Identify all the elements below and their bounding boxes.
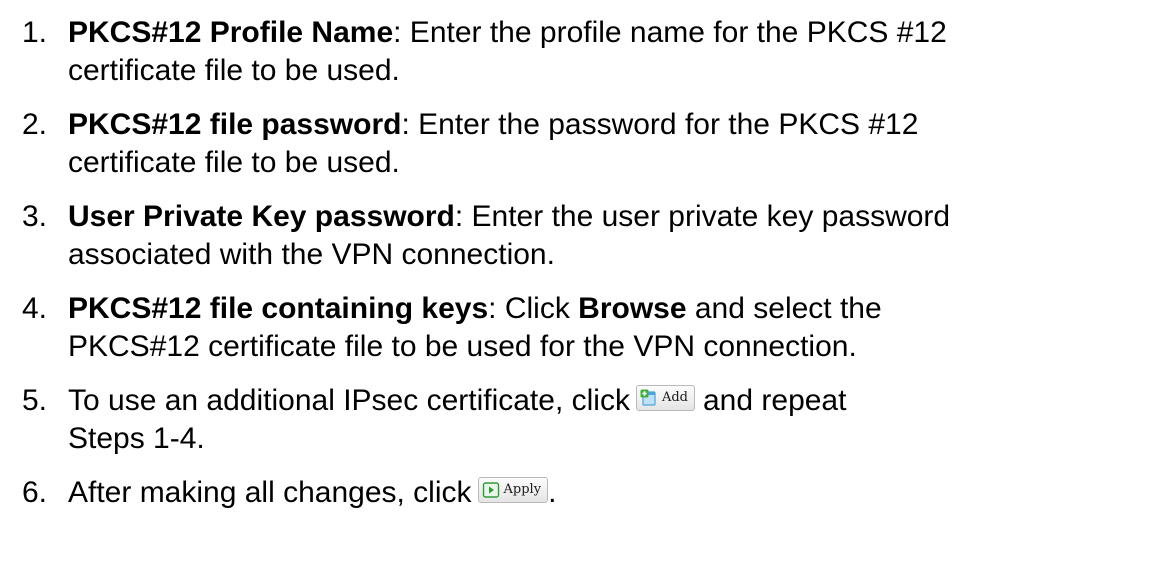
- step-line: PKCS#12 Profile Name: Enter the profile …: [68, 14, 1168, 52]
- step-number: 1.: [22, 16, 48, 49]
- step-title: PKCS#12 file containing keys: [68, 292, 489, 325]
- add-button[interactable]: Add: [635, 385, 695, 411]
- step-text: : Enter the password for the PKCS #12: [401, 108, 919, 141]
- step-body: After making all changes, click Apply.: [68, 474, 1168, 512]
- apply-icon: [482, 482, 499, 498]
- step-text: After making all changes, click: [68, 476, 472, 509]
- step-line: Steps 1-4.: [68, 420, 1168, 458]
- step-text: Steps 1-4.: [68, 422, 205, 455]
- step-text: certificate file to be used.: [68, 54, 400, 87]
- step-text: : Enter the profile name for the PKCS #1…: [393, 16, 947, 49]
- step-line: associated with the VPN connection.: [68, 236, 1168, 274]
- step-text: and select the: [686, 292, 882, 325]
- step-text: : Click: [488, 292, 579, 325]
- step-body: User Private Key password: Enter the use…: [68, 198, 1168, 274]
- step-line: To use an additional IPsec certificate, …: [68, 382, 1168, 420]
- step-line: User Private Key password: Enter the use…: [68, 198, 1168, 236]
- step-title: PKCS#12 Profile Name: [68, 16, 394, 49]
- browse-keyword: Browse: [578, 292, 687, 325]
- step-text: .: [548, 476, 557, 509]
- step-title: PKCS#12 file password: [68, 108, 402, 141]
- apply-button[interactable]: Apply: [477, 477, 549, 503]
- step-line: After making all changes, click Apply.: [68, 474, 1168, 512]
- step-line: PKCS#12 file containing keys: Click Brow…: [68, 290, 1168, 328]
- step-number: 3.: [22, 200, 48, 233]
- step-number: 4.: [22, 292, 48, 325]
- step-text: and repeat: [703, 384, 847, 417]
- step-text: PKCS#12 certificate file to be used for …: [68, 330, 857, 363]
- step-line: PKCS#12 file password: Enter the passwor…: [68, 106, 1168, 144]
- step-text: certificate file to be used.: [68, 146, 400, 179]
- step-line: certificate file to be used.: [68, 52, 1168, 90]
- add-button-label: Add: [661, 390, 688, 405]
- step-text: To use an additional IPsec certificate, …: [68, 384, 630, 417]
- step-line: PKCS#12 certificate file to be used for …: [68, 328, 1168, 366]
- step-body: PKCS#12 Profile Name: Enter the profile …: [68, 14, 1168, 90]
- step-body: PKCS#12 file containing keys: Click Brow…: [68, 290, 1168, 366]
- step-body: To use an additional IPsec certificate, …: [68, 382, 1168, 458]
- step-body: PKCS#12 file password: Enter the passwor…: [68, 106, 1168, 182]
- step-text: associated with the VPN connection.: [68, 238, 555, 271]
- apply-button-label: Apply: [503, 482, 542, 497]
- step-title: User Private Key password: [68, 200, 455, 233]
- step-text: : Enter the user private key password: [454, 200, 951, 233]
- add-document-icon: [640, 389, 656, 406]
- step-number: 6.: [22, 476, 48, 509]
- step-number: 2.: [22, 108, 48, 141]
- step-number: 5.: [22, 384, 48, 417]
- step-line: certificate file to be used.: [68, 144, 1168, 182]
